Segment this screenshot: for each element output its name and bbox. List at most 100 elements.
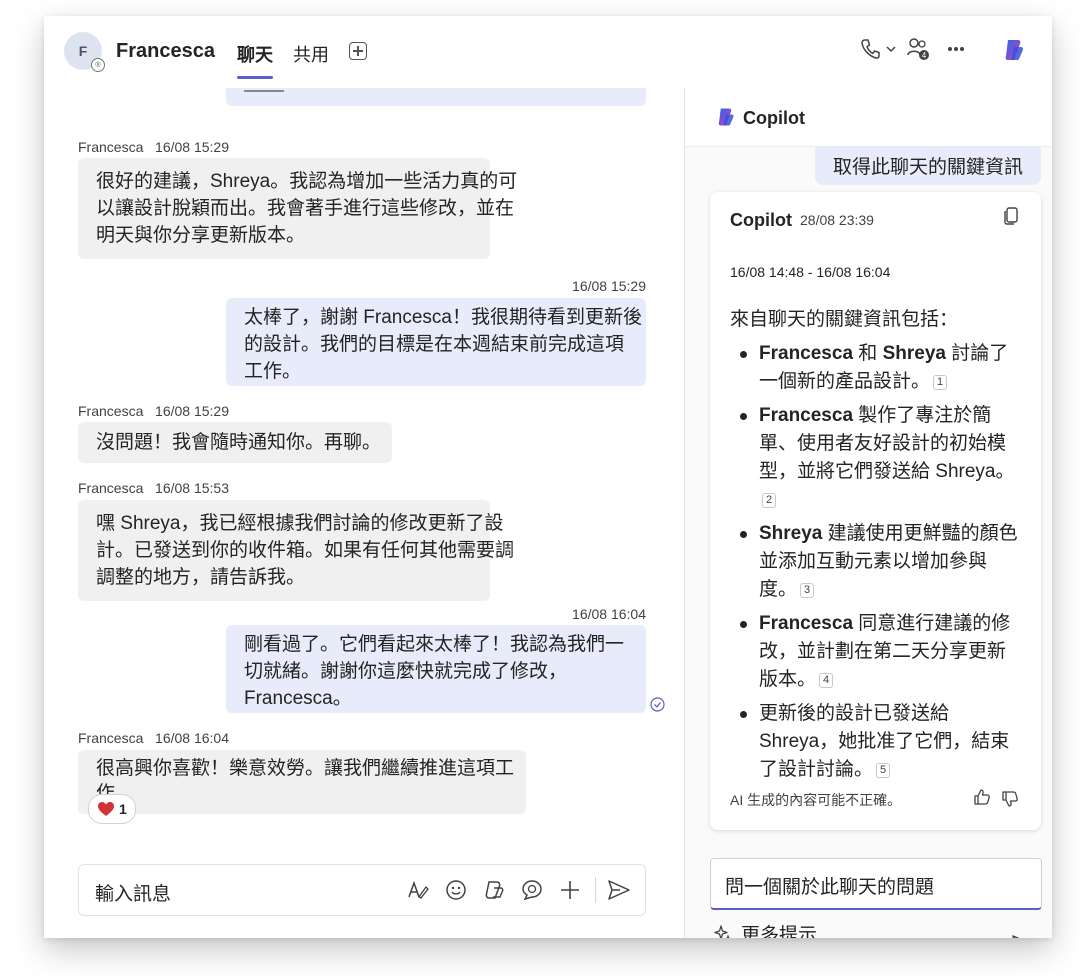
copilot-response-author: Copilot <box>730 210 792 230</box>
copilot-key-point: 更新後的設計已發送給 Shreya，她批准了它們，結束了設計討論。 5 <box>738 700 1023 784</box>
message-time: 16/08 16:04 <box>155 730 229 746</box>
copilot-response-card: Copilot 28/08 23:39 16/08 14:48 - 16/08 … <box>710 192 1041 830</box>
key-point-text: 和 <box>853 343 883 364</box>
thumbs-down-icon[interactable] <box>1001 790 1019 808</box>
thumbs-up-icon[interactable] <box>973 788 991 806</box>
copilot-intro: 來自聊天的關鍵資訊包括： <box>730 309 959 330</box>
citation-ref[interactable]: 5 <box>876 763 891 778</box>
key-point-name: Francesca <box>759 613 854 634</box>
citation-ref[interactable]: 4 <box>819 673 834 688</box>
loop-icon[interactable] <box>483 879 505 901</box>
message-line: Francesca。 <box>244 688 352 709</box>
copilot-user-prompt: 取得此聊天的關鍵資訊 <box>814 146 1041 185</box>
chevron-down-icon[interactable] <box>885 44 897 54</box>
tab-shared[interactable]: 共用 <box>293 41 329 67</box>
citation-ref[interactable]: 2 <box>762 493 777 508</box>
more-prompts-label: 更多提示 <box>741 925 818 938</box>
message-line: 以讓設計脫穎而出。我會著手進行這些修改，並在 <box>96 198 515 219</box>
copilot-response-time: 28/08 23:39 <box>800 212 874 228</box>
message-line: 的設計。我們的目標是在本週結束前完成這項 <box>244 334 625 355</box>
citation-ref[interactable]: 3 <box>800 583 815 598</box>
copilot-pane: Copilot 取得此聊天的關鍵資訊 Copilot 28/08 23:39 1… <box>684 88 1052 938</box>
message-time: 16/08 15:29 <box>155 139 229 155</box>
message-line: 嘿 Shreya，我已經根據我們討論的修改更新了設 <box>96 513 504 534</box>
copy-icon[interactable] <box>1003 206 1019 226</box>
message-compose-box[interactable]: 輸入訊息 <box>78 864 646 916</box>
key-point-name: Shreya <box>882 343 946 364</box>
message-author: Francesca <box>78 480 144 496</box>
message-input[interactable]: 輸入訊息 <box>95 879 171 906</box>
participants-count: 4 <box>922 51 927 60</box>
praise-icon[interactable] <box>521 879 543 901</box>
sparkle-icon <box>714 924 732 938</box>
message-line: 太棒了，謝謝 Francesca！我很期待看到更新後 <box>244 307 642 328</box>
copilot-key-points: Francesca 和 Shreya 討論了一個新的產品設計。 1 Francesc… <box>738 340 1023 790</box>
message-meta: Francesca 16/08 15:29 <box>78 139 229 155</box>
message-bubble-incoming[interactable]: 很高興你喜歡！樂意效勞。讓我們繼續推進這項工 作。 <box>78 750 526 814</box>
copilot-title: Copilot <box>743 108 805 128</box>
more-prompts-button[interactable]: 更多提示 <box>713 920 817 938</box>
message-bubble-outgoing[interactable]: 剛看過了。它們看起來太棒了！我認為我們一 切就緒。謝謝你這麼快就完成了修改， F… <box>226 625 646 713</box>
reaction-count: 1 <box>119 801 127 817</box>
message-author: Francesca <box>78 730 144 746</box>
chat-pane: Francesca 16/08 15:29 很好的建議，Shreya。我認為增加… <box>44 88 684 938</box>
copilot-question-placeholder[interactable]: 問一個關於此聊天的問題 <box>725 872 934 899</box>
copilot-send-icon[interactable] <box>1011 934 1035 938</box>
message-time: 16/08 15:29 <box>155 403 229 419</box>
read-receipt-icon <box>650 697 665 712</box>
message-bubble-incoming[interactable]: 嘿 Shreya，我已經根據我們討論的修改更新了設 計。已發送到你的收件箱。如果… <box>78 500 515 601</box>
message-line: 明天與你分享更新版本。 <box>96 225 306 246</box>
key-point-name: Shreya <box>759 523 823 544</box>
message-line: 很高興你喜歡！樂意效勞。讓我們繼續推進這項工 <box>96 758 515 779</box>
message-bubble-incoming[interactable]: 很好的建議，Shreya。我認為增加一些活力真的可 以讓設計脫穎而出。我會著手進… <box>78 158 518 259</box>
message-meta: Francesca 16/08 15:53 <box>78 480 229 496</box>
message-line: 剛看過了。它們看起來太棒了！我認為我們一 <box>244 634 625 655</box>
avatar-initial: F <box>78 43 88 59</box>
teams-window: F ® Francesca 聊天 共用 4 Francesca 16/08 15… <box>44 16 1052 938</box>
compose-divider <box>595 877 596 903</box>
participants-icon[interactable]: 4 <box>906 36 930 62</box>
message-line: 作。 <box>96 781 508 806</box>
key-point-name: Francesca <box>759 343 854 364</box>
status-badge: ® <box>91 58 105 72</box>
scrolled-message-fragment <box>226 88 646 106</box>
citation-ref[interactable]: 1 <box>933 375 948 390</box>
copilot-header: Copilot <box>685 88 1052 147</box>
format-icon[interactable] <box>407 879 429 901</box>
message-time: 16/08 16:04 <box>572 606 646 622</box>
copilot-logo-icon <box>718 108 734 126</box>
add-tab-icon[interactable] <box>349 42 367 60</box>
copilot-icon[interactable] <box>1000 37 1026 63</box>
message-author: Francesca <box>78 403 144 419</box>
call-icon[interactable] <box>860 38 880 60</box>
key-point-name: Francesca <box>759 405 854 426</box>
message-line: 沒問題！我會隨時通知你。再聊。 <box>96 432 382 453</box>
avatar[interactable]: F ® <box>64 32 105 72</box>
reaction-chip[interactable]: 1 <box>88 794 136 824</box>
message-author: Francesca <box>78 139 144 155</box>
copilot-key-point: Francesca 和 Shreya 討論了一個新的產品設計。 1 <box>738 340 1023 396</box>
message-line: 計。已發送到你的收件箱。如果有任何其他需要調 <box>96 540 515 561</box>
more-icon[interactable] <box>947 46 965 52</box>
message-line: 調整的地方，請告訴我。 <box>96 567 306 588</box>
chat-header: F ® Francesca 聊天 共用 4 <box>44 16 1052 89</box>
ai-disclaimer: AI 生成的內容可能不正確。 <box>730 792 902 808</box>
copilot-key-point: Shreya 建議使用更鮮豔的顏色並添加互動元素以增加參與度。 3 <box>738 520 1023 604</box>
send-icon[interactable] <box>607 879 631 901</box>
heart-icon <box>98 802 114 816</box>
copilot-key-point: Francesca 製作了專注於簡單、使用者友好設計的初始模型，並將它們發送給 … <box>738 402 1023 514</box>
emoji-icon[interactable] <box>445 879 467 901</box>
message-time: 16/08 15:53 <box>155 480 229 496</box>
message-bubble-incoming[interactable]: 沒問題！我會隨時通知你。再聊。 <box>78 422 392 463</box>
copilot-time-range: 16/08 14:48 - 16/08 16:04 <box>730 264 891 280</box>
copilot-key-point: Francesca 同意進行建議的修改，並計劃在第二天分享更新版本。 4 <box>738 610 1023 694</box>
copilot-question-input[interactable]: 問一個關於此聊天的問題 <box>710 858 1042 910</box>
message-bubble-outgoing[interactable]: 太棒了，謝謝 Francesca！我很期待看到更新後 的設計。我們的目標是在本週… <box>226 298 646 386</box>
message-line: 切就緒。謝謝你這麼快就完成了修改， <box>244 661 568 682</box>
message-time: 16/08 15:29 <box>572 278 646 294</box>
message-line: 很好的建議，Shreya。我認為增加一些活力真的可 <box>96 171 518 192</box>
chat-title: Francesca <box>116 40 215 62</box>
tab-chat[interactable]: 聊天 <box>237 41 273 79</box>
message-line: 工作。 <box>244 361 302 382</box>
add-icon[interactable] <box>559 879 581 901</box>
